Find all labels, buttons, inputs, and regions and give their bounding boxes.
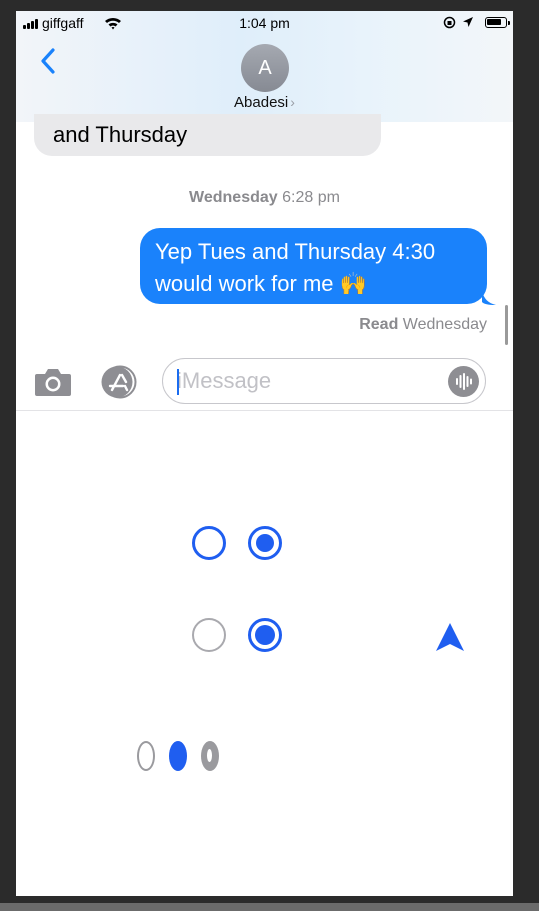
read-day: Wednesday — [402, 316, 487, 333]
input-divider — [16, 410, 513, 411]
status-time: 1:04 pm — [239, 15, 290, 31]
outgoing-message-bubble[interactable]: Yep Tues and Thursday 4:30 would work fo… — [140, 228, 487, 304]
read-label: Read — [359, 316, 399, 333]
outgoing-message-line-2: would work for me 🙌 — [155, 271, 368, 296]
bubble-tail — [482, 291, 496, 305]
app-store-icon[interactable] — [98, 365, 142, 399]
radio-unselected-blue[interactable] — [192, 526, 226, 560]
outgoing-message-line-1: Yep Tues and Thursday 4:30 — [155, 239, 436, 264]
page-dot-active[interactable] — [169, 741, 187, 771]
read-receipt: Read Wednesday — [359, 316, 487, 334]
battery-icon — [485, 17, 510, 28]
conversation-header: giffgaff 1:04 pm A Abadesi › — [16, 11, 513, 122]
message-input-container[interactable] — [162, 358, 486, 404]
scroll-indicator[interactable] — [505, 305, 508, 345]
timestamp-time: 6:28 pm — [282, 189, 340, 206]
radio-selected-blue[interactable] — [248, 526, 282, 560]
contact-chevron-icon: › — [290, 94, 295, 110]
message-timestamp: Wednesday 6:28 pm — [16, 189, 513, 207]
timestamp-day: Wednesday — [189, 189, 278, 206]
audio-waveform-icon[interactable] — [448, 366, 479, 397]
contact-name: Abadesi — [234, 94, 289, 111]
send-arrow-icon[interactable] — [433, 620, 467, 654]
imessage-input[interactable] — [177, 368, 437, 394]
location-icon — [463, 17, 473, 27]
incoming-message-bubble[interactable]: and Thursday — [34, 114, 381, 156]
radio-selected-blue-2[interactable] — [248, 618, 282, 652]
status-bar: giffgaff 1:04 pm — [16, 11, 513, 35]
radio-unselected-grey[interactable] — [192, 618, 226, 652]
contact-avatar[interactable]: A — [241, 44, 289, 92]
page-dot-outline[interactable] — [137, 741, 155, 771]
camera-icon[interactable] — [34, 366, 72, 398]
bottom-frame — [0, 903, 539, 911]
phone-screen: giffgaff 1:04 pm A Abadesi › and Thursda… — [16, 11, 513, 896]
back-chevron-icon[interactable] — [38, 47, 58, 75]
incoming-message-text: and Thursday — [53, 122, 188, 147]
orientation-lock-icon — [443, 16, 456, 29]
contact-name-button[interactable]: Abadesi › — [16, 94, 513, 111]
page-dot-grey[interactable] — [201, 741, 219, 771]
text-cursor — [177, 369, 179, 395]
